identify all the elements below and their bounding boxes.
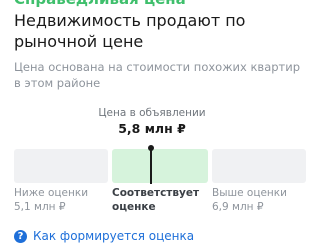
question-icon: ?	[14, 229, 27, 243]
listing-price-caption: Цена в объявлении	[98, 107, 206, 119]
scale-segment-fair	[112, 149, 208, 183]
above-estimate-label: Выше оценки	[212, 187, 287, 199]
label-fair-estimate: Соответствует оценке	[112, 186, 200, 214]
how-estimate-link[interactable]: ? Как формируется оценка	[14, 229, 194, 243]
how-estimate-link-text[interactable]: Как формируется оценка	[33, 229, 194, 243]
fair-estimate-label: Соответствует оценке	[112, 187, 200, 213]
page-title: Недвижимость продают по рыночной цене	[14, 11, 246, 51]
below-estimate-value: 5,1 млн ₽	[14, 201, 66, 213]
price-marker-line	[150, 148, 152, 184]
below-estimate-label: Ниже оценки	[14, 187, 89, 199]
label-above-estimate: Выше оценки 6,9 млн ₽	[212, 186, 287, 214]
price-description: Цена основана на стоимости похожих кварт…	[14, 60, 301, 90]
scale-segment-above	[212, 149, 306, 183]
listing-price-value: 5,8 млн ₽	[118, 121, 186, 136]
scale-segment-below	[14, 149, 108, 183]
label-below-estimate: Ниже оценки 5,1 млн ₽	[14, 186, 88, 214]
fair-price-heading: Справедливая цена	[14, 0, 186, 8]
above-estimate-value: 6,9 млн ₽	[212, 201, 264, 213]
